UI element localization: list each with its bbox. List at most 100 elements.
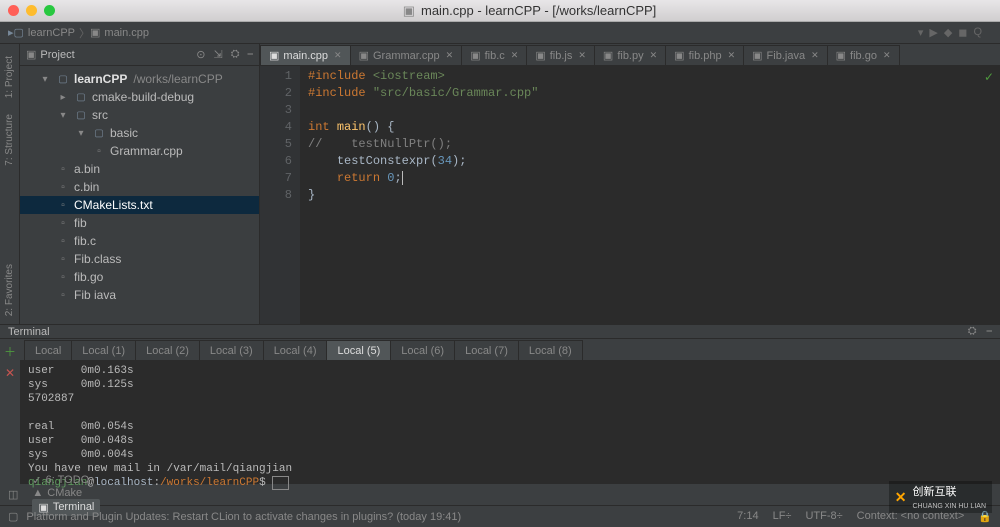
tree-label: Fib iava xyxy=(74,288,116,302)
tree-label: c.bin xyxy=(74,180,99,194)
breadcrumb-file[interactable]: ▣ main.cpp xyxy=(90,26,149,39)
chevron-right-icon: 〉 xyxy=(79,25,90,41)
project-panel: ▣ Project ⊙ ⇲ ⛭ ⎯ ▾ ▢ learnCPP /works/le… xyxy=(20,44,260,324)
hide-panel-icon[interactable]: ⎯ xyxy=(987,325,993,338)
event-log-icon[interactable]: ▢ xyxy=(8,510,18,523)
tree-item-fib-iava[interactable]: ▫ Fib iava xyxy=(20,286,259,304)
tree-item-cmake-build-debug[interactable]: ▸▢cmake-build-debug xyxy=(20,88,259,106)
tool-structure[interactable]: 7: Structure xyxy=(4,114,15,166)
tab-fib-py[interactable]: ▣fib.py✕ xyxy=(594,45,666,65)
minimize-window-button[interactable] xyxy=(26,5,37,16)
tab-fib-c[interactable]: ▣ fib.c ✕ xyxy=(461,45,527,65)
terminal-tab-5[interactable]: Local (5) xyxy=(326,340,391,360)
close-window-button[interactable] xyxy=(8,5,19,16)
tab-fib-js[interactable]: ▣fib.js✕ xyxy=(526,45,595,65)
tree-item-src[interactable]: ▾▢src xyxy=(20,106,259,124)
terminal-tab-1[interactable]: Local (1) xyxy=(71,340,136,360)
nav-icon: ▲ xyxy=(32,487,43,499)
tool-favorites[interactable]: 2: Favorites xyxy=(4,264,15,316)
tree-root[interactable]: ▾ ▢ learnCPP /works/learnCPP xyxy=(20,70,259,88)
tree-label: fib.go xyxy=(74,270,103,284)
terminal-tab-8[interactable]: Local (8) xyxy=(518,340,583,360)
add-terminal-button[interactable]: ＋ xyxy=(4,343,16,360)
tab-label: fib.c xyxy=(485,50,505,62)
close-tab-icon[interactable]: ✕ xyxy=(511,50,519,61)
status-message[interactable]: Platform and Plugin Updates: Restart CLi… xyxy=(26,511,461,523)
editor-area: ▣main.cpp✕▣Grammar.cpp✕▣fib.c✕▣fib.js✕▣f… xyxy=(260,44,1000,324)
close-tab-icon[interactable]: ✕ xyxy=(883,50,891,61)
terminal-output[interactable]: user 0m0.163s sys 0m0.125s 5702887 real … xyxy=(20,361,1000,493)
search-button[interactable]: Q xyxy=(973,26,982,39)
terminal-tab-0[interactable]: Local xyxy=(24,340,72,360)
caret-position[interactable]: 7:14 xyxy=(737,510,758,523)
project-tree[interactable]: ▾ ▢ learnCPP /works/learnCPP ▸▢cmake-bui… xyxy=(20,66,259,324)
code-editor[interactable]: ✓ 1 2 3 4 5 6 7 8 #include <iostream> #i… xyxy=(260,66,1000,324)
close-tab-icon[interactable]: ✕ xyxy=(811,50,819,61)
terminal-tab-6[interactable]: Local (6) xyxy=(390,340,455,360)
run-button[interactable]: ▶ xyxy=(929,26,937,39)
maximize-window-button[interactable] xyxy=(44,5,55,16)
code-text[interactable]: #include <iostream> #include "src/basic/… xyxy=(300,66,1000,324)
terminal-side-actions: ＋ ✕ xyxy=(0,339,20,493)
terminal-tab-2[interactable]: Local (2) xyxy=(135,340,200,360)
file-icon: ▫ xyxy=(56,272,70,283)
gear-icon[interactable]: ⛭ xyxy=(231,48,240,61)
tab-label: Fib.java xyxy=(767,50,806,62)
terminal-header: Terminal ⛭ ⎯ xyxy=(0,325,1000,339)
close-tab-icon[interactable]: ✕ xyxy=(728,50,736,61)
file-icon: ▫ xyxy=(56,290,70,301)
terminal-tab-3[interactable]: Local (3) xyxy=(199,340,264,360)
project-view-icon[interactable]: ▣ xyxy=(26,48,36,61)
close-tab-icon[interactable]: ✕ xyxy=(578,50,586,61)
tab-fib-java[interactable]: ▣Fib.java✕ xyxy=(743,45,827,65)
left-tool-strip: 1: Project 7: Structure 2: Favorites xyxy=(0,44,20,324)
hide-panel-icon[interactable]: ⎯ xyxy=(248,48,254,61)
close-tab-icon[interactable]: ✕ xyxy=(446,50,454,61)
traffic-lights xyxy=(8,5,55,16)
tool-project[interactable]: 1: Project xyxy=(4,56,15,98)
gear-icon[interactable]: ⛭ xyxy=(968,325,977,338)
tree-item-fib-class[interactable]: ▫Fib.class xyxy=(20,250,259,268)
folder-icon: ▢ xyxy=(74,92,88,103)
close-terminal-button[interactable]: ✕ xyxy=(5,366,15,380)
tree-item-fib[interactable]: ▫fib xyxy=(20,214,259,232)
line-separator[interactable]: LF÷ xyxy=(773,510,792,523)
terminal-panel: Terminal ⛭ ⎯ ＋ ✕ LocalLocal (1)Local (2)… xyxy=(0,324,1000,483)
stop-button[interactable]: ◼ xyxy=(958,26,967,39)
tree-item-cmakelists-txt[interactable]: ▫CMakeLists.txt xyxy=(20,196,259,214)
tab-main-cpp[interactable]: ▣main.cpp✕ xyxy=(260,45,351,65)
project-header-title: Project xyxy=(40,49,196,61)
encoding[interactable]: UTF-8÷ xyxy=(805,510,842,523)
cpp-icon: ▣ xyxy=(403,3,415,19)
close-tab-icon[interactable]: ✕ xyxy=(650,50,658,61)
file-icon: ▣ xyxy=(674,49,684,62)
folder-icon: ▢ xyxy=(74,110,88,121)
tree-item-fib-go[interactable]: ▫ fib.go xyxy=(20,268,259,286)
tab-label: fib.php xyxy=(689,50,722,62)
tab-fib-php[interactable]: ▣ fib.php ✕ xyxy=(665,45,744,65)
file-icon: ▫ xyxy=(56,182,70,193)
bottom-nav-cmake[interactable]: ▲CMake xyxy=(32,487,100,499)
tab-grammar-cpp[interactable]: ▣Grammar.cpp✕ xyxy=(350,45,463,65)
close-tab-icon[interactable]: ✕ xyxy=(334,50,342,61)
terminal-tab-7[interactable]: Local (7) xyxy=(454,340,519,360)
tree-item-a-bin[interactable]: ▫a.bin xyxy=(20,160,259,178)
bottom-nav-6-todo[interactable]: ✓6: TODO xyxy=(32,474,100,487)
scroll-from-source-icon[interactable]: ⇲ xyxy=(213,48,222,61)
debug-button[interactable]: ◆ xyxy=(944,26,952,39)
tab-fib-go[interactable]: ▣fib.go✕ xyxy=(827,45,900,65)
tree-item-fib-c[interactable]: ▫fib.c xyxy=(20,232,259,250)
file-icon: ▣ xyxy=(470,49,480,62)
tree-item-grammar-cpp[interactable]: ▫Grammar.cpp xyxy=(20,142,259,160)
terminal-tab-4[interactable]: Local (4) xyxy=(263,340,328,360)
watermark-text: 创新互联 xyxy=(912,486,956,498)
tree-label: fib xyxy=(74,216,87,230)
breadcrumb-project[interactable]: ▸▢ learnCPP xyxy=(8,26,75,39)
file-icon: ▣ xyxy=(269,49,279,62)
watermark: ✕ 创新互联 CHUANG XIN HU LIAN xyxy=(889,481,992,513)
collapse-all-icon[interactable]: ⊙ xyxy=(196,48,205,61)
tree-item-basic[interactable]: ▾▢basic xyxy=(20,124,259,142)
tree-item-c-bin[interactable]: ▫ c.bin xyxy=(20,178,259,196)
events-icon[interactable]: ◫ xyxy=(8,488,18,501)
build-button[interactable]: ▾ xyxy=(918,26,924,39)
